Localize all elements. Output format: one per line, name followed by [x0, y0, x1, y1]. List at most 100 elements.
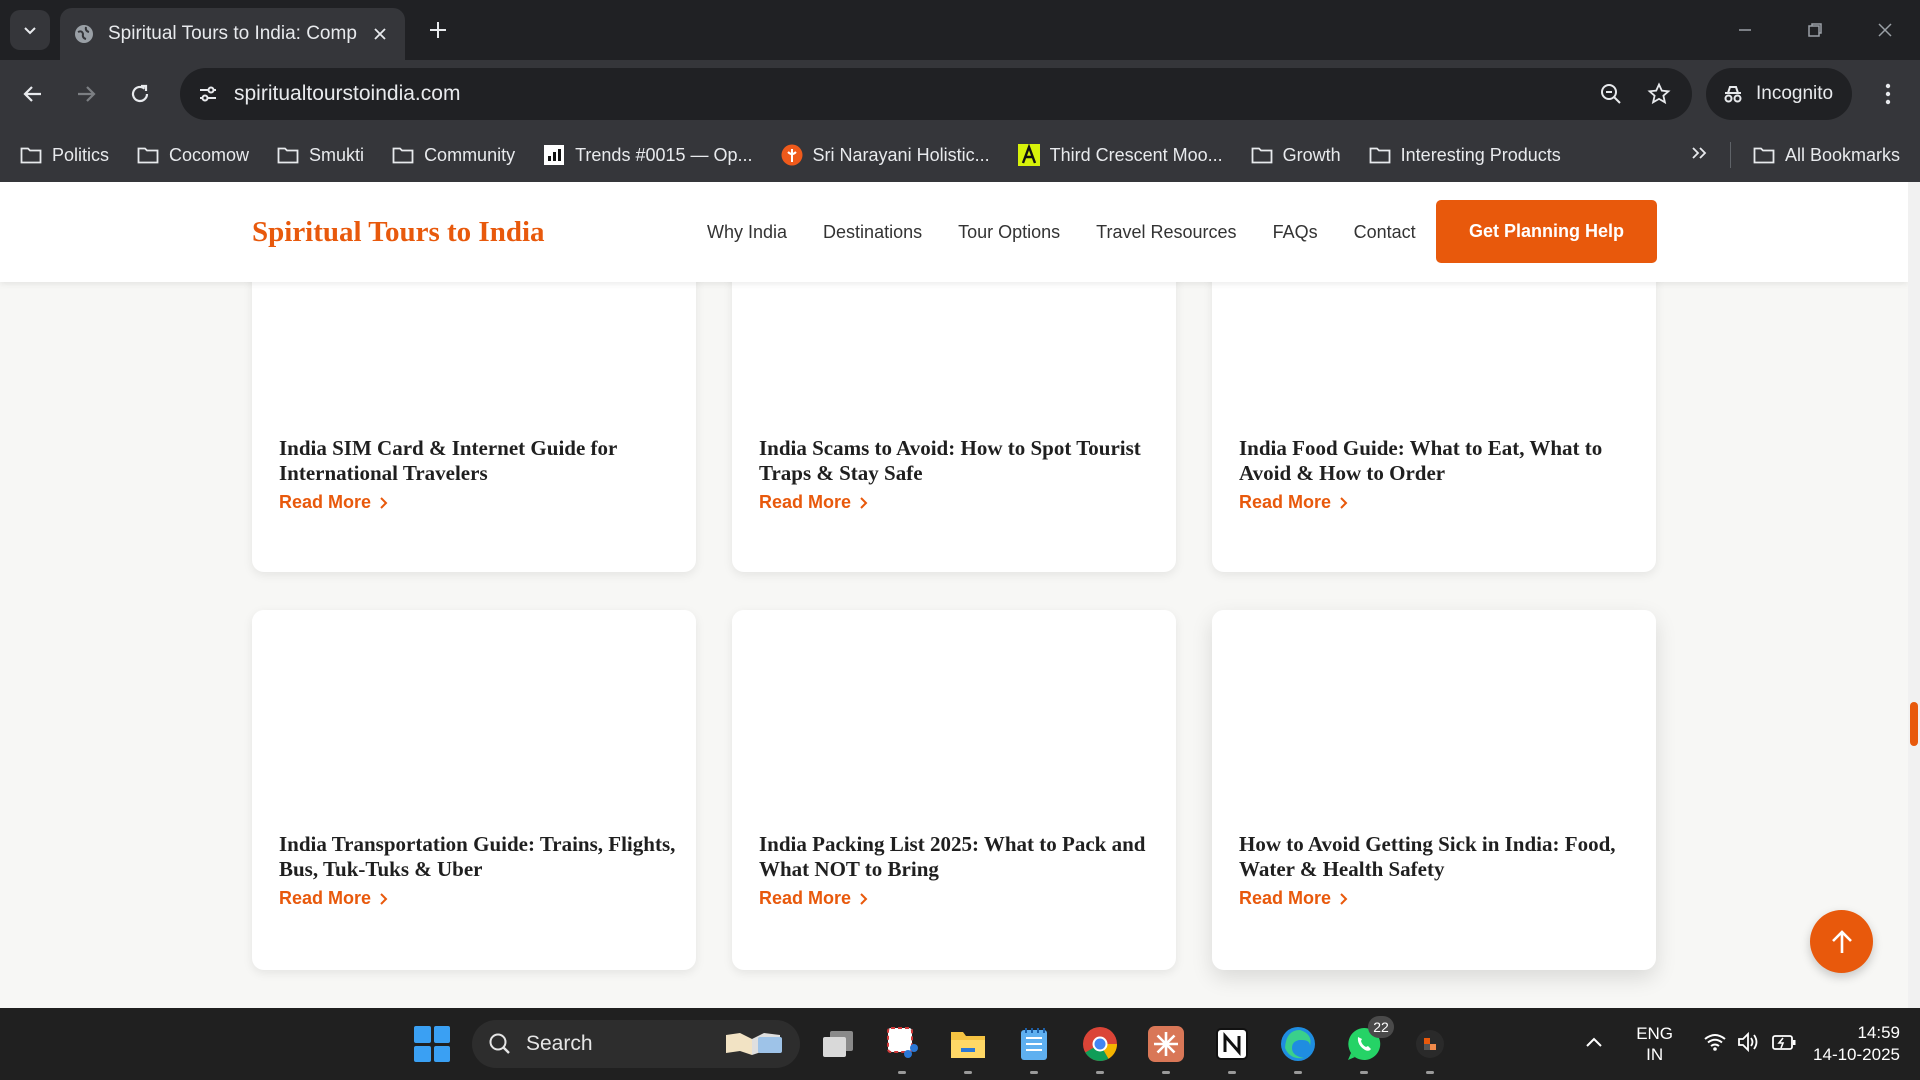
nav-travel-resources[interactable]: Travel Resources	[1096, 222, 1236, 243]
taskbar-chrome[interactable]	[1078, 1022, 1122, 1074]
language-indicator[interactable]: ENG IN	[1636, 1023, 1673, 1065]
nav-tour-options[interactable]: Tour Options	[958, 222, 1060, 243]
taskbar-snipping-tool[interactable]	[880, 1022, 924, 1074]
active-tab[interactable]: Spiritual Tours to India: Comple	[60, 8, 405, 60]
read-more-link[interactable]: Read More	[1239, 492, 1349, 513]
folder-icon	[392, 144, 414, 166]
bookmark-star-button[interactable]	[1640, 75, 1678, 113]
tab-strip: Spiritual Tours to India: Comple	[0, 0, 1920, 60]
read-more-link[interactable]: Read More	[279, 492, 389, 513]
clock[interactable]: 14:59 14-10-2025	[1813, 1022, 1900, 1066]
bookmark-trends[interactable]: Trends #0015 — Op...	[543, 144, 753, 166]
taskbar-file-explorer[interactable]	[946, 1022, 990, 1074]
chevron-right-icon	[380, 496, 388, 509]
double-chevron-right-icon	[1692, 146, 1707, 159]
search-highlight-icon	[726, 1033, 782, 1055]
folder-icon	[1753, 144, 1775, 166]
page-scrollbar[interactable]	[1908, 182, 1920, 1008]
bookmark-smukti[interactable]: Smukti	[277, 144, 364, 166]
minimize-button[interactable]	[1710, 0, 1780, 60]
show-hidden-icons-button[interactable]	[1584, 1035, 1604, 1054]
scroll-to-top-button[interactable]	[1810, 910, 1873, 973]
article-card[interactable]: India SIM Card & Internet Guide for Inte…	[252, 242, 696, 572]
site-logo[interactable]: Spiritual Tours to India	[252, 216, 545, 249]
bookmark-third-crescent[interactable]: Third Crescent Moo...	[1017, 144, 1223, 166]
restore-button[interactable]	[1780, 0, 1850, 60]
claude-icon	[1148, 1026, 1184, 1062]
card-title[interactable]: India Packing List 2025: What to Pack an…	[759, 832, 1159, 882]
snipping-tool-icon	[887, 1027, 918, 1058]
taskbar-search[interactable]: Search	[472, 1020, 800, 1068]
all-bookmarks-button[interactable]: All Bookmarks	[1753, 144, 1900, 166]
zoom-button[interactable]	[1592, 75, 1630, 113]
folder-app-icon	[951, 1032, 985, 1058]
address-bar[interactable]: spiritualtourstoindia.com	[180, 68, 1692, 120]
incognito-chip[interactable]: Incognito	[1706, 68, 1852, 120]
card-title[interactable]: India Food Guide: What to Eat, What to A…	[1239, 436, 1639, 486]
chevron-right-icon	[380, 892, 388, 905]
taskbar-notion[interactable]	[1210, 1022, 1254, 1074]
close-window-button[interactable]	[1850, 0, 1920, 60]
nav-faqs[interactable]: FAQs	[1273, 222, 1318, 243]
taskbar-notepad[interactable]	[1012, 1022, 1056, 1074]
restore-icon	[1808, 23, 1822, 37]
read-more-link[interactable]: Read More	[759, 888, 869, 909]
bookmarks-bar: Politics Cocomow Smukti Community Trends…	[0, 128, 1920, 182]
scrollbar-thumb[interactable]	[1910, 702, 1918, 746]
card-title[interactable]: India SIM Card & Internet Guide for Inte…	[279, 436, 679, 486]
search-placeholder: Search	[526, 1032, 593, 1055]
taskbar-task-view[interactable]	[816, 1022, 860, 1066]
crescent-favicon-icon	[1017, 144, 1040, 166]
get-planning-help-button[interactable]: Get Planning Help	[1436, 200, 1657, 263]
tab-search-button[interactable]	[10, 10, 50, 50]
notification-badge: 22	[1368, 1016, 1394, 1038]
star-icon	[1647, 82, 1671, 105]
article-card[interactable]: India Scams to Avoid: How to Spot Touris…	[732, 242, 1176, 572]
globe-icon	[75, 25, 93, 43]
url-text: spiritualtourstoindia.com	[234, 82, 461, 105]
taskbar-edge[interactable]	[1276, 1022, 1320, 1074]
taskbar-whatsapp[interactable]: 22	[1342, 1016, 1394, 1074]
bookmark-politics[interactable]: Politics	[20, 144, 109, 166]
bookmark-cocomow[interactable]: Cocomow	[137, 144, 249, 166]
bookmark-growth[interactable]: Growth	[1251, 144, 1341, 166]
forward-button[interactable]	[66, 74, 106, 114]
volume-icon[interactable]	[1737, 1031, 1761, 1058]
taskbar-claude[interactable]	[1144, 1022, 1188, 1074]
site-info-button[interactable]	[188, 74, 228, 114]
article-card[interactable]: India Packing List 2025: What to Pack an…	[732, 610, 1176, 970]
nav-contact[interactable]: Contact	[1354, 222, 1416, 243]
chrome-icon	[1083, 1027, 1117, 1061]
tab-close-button[interactable]	[369, 23, 391, 45]
nav-why-india[interactable]: Why India	[707, 222, 787, 243]
article-card[interactable]: India Food Guide: What to Eat, What to A…	[1212, 242, 1656, 572]
card-title[interactable]: India Transportation Guide: Trains, Flig…	[279, 832, 679, 882]
bookmark-community[interactable]: Community	[392, 144, 515, 166]
close-icon	[1878, 23, 1892, 37]
arrow-right-icon	[78, 86, 96, 102]
article-card[interactable]: How to Avoid Getting Sick in India: Food…	[1212, 610, 1656, 970]
more-bookmarks-button[interactable]	[1690, 145, 1708, 166]
card-title[interactable]: How to Avoid Getting Sick in India: Food…	[1239, 832, 1639, 882]
read-more-link[interactable]: Read More	[279, 888, 389, 909]
article-card[interactable]: India Transportation Guide: Trains, Flig…	[252, 610, 696, 970]
search-icon	[489, 1033, 510, 1054]
nav-destinations[interactable]: Destinations	[823, 222, 922, 243]
browser-menu-button[interactable]	[1868, 74, 1908, 114]
start-button[interactable]	[414, 1026, 450, 1062]
read-more-link[interactable]: Read More	[759, 492, 869, 513]
read-more-link[interactable]: Read More	[1239, 888, 1349, 909]
wifi-icon[interactable]	[1703, 1032, 1727, 1057]
chevron-right-icon	[860, 496, 868, 509]
new-tab-button[interactable]	[422, 14, 454, 46]
card-title[interactable]: India Scams to Avoid: How to Spot Touris…	[759, 436, 1159, 486]
taskbar-app-dots[interactable]	[1408, 1022, 1452, 1074]
incognito-label: Incognito	[1756, 83, 1834, 104]
reload-button[interactable]	[120, 74, 160, 114]
battery-icon[interactable]	[1771, 1031, 1797, 1058]
back-button[interactable]	[13, 74, 53, 114]
system-tray: ENG IN 14:59 14-10-2025	[1584, 1008, 1920, 1080]
bookmark-sri-narayani[interactable]: Sri Narayani Holistic...	[781, 144, 990, 166]
bookmark-interesting-products[interactable]: Interesting Products	[1369, 144, 1561, 166]
folder-icon	[20, 144, 42, 166]
